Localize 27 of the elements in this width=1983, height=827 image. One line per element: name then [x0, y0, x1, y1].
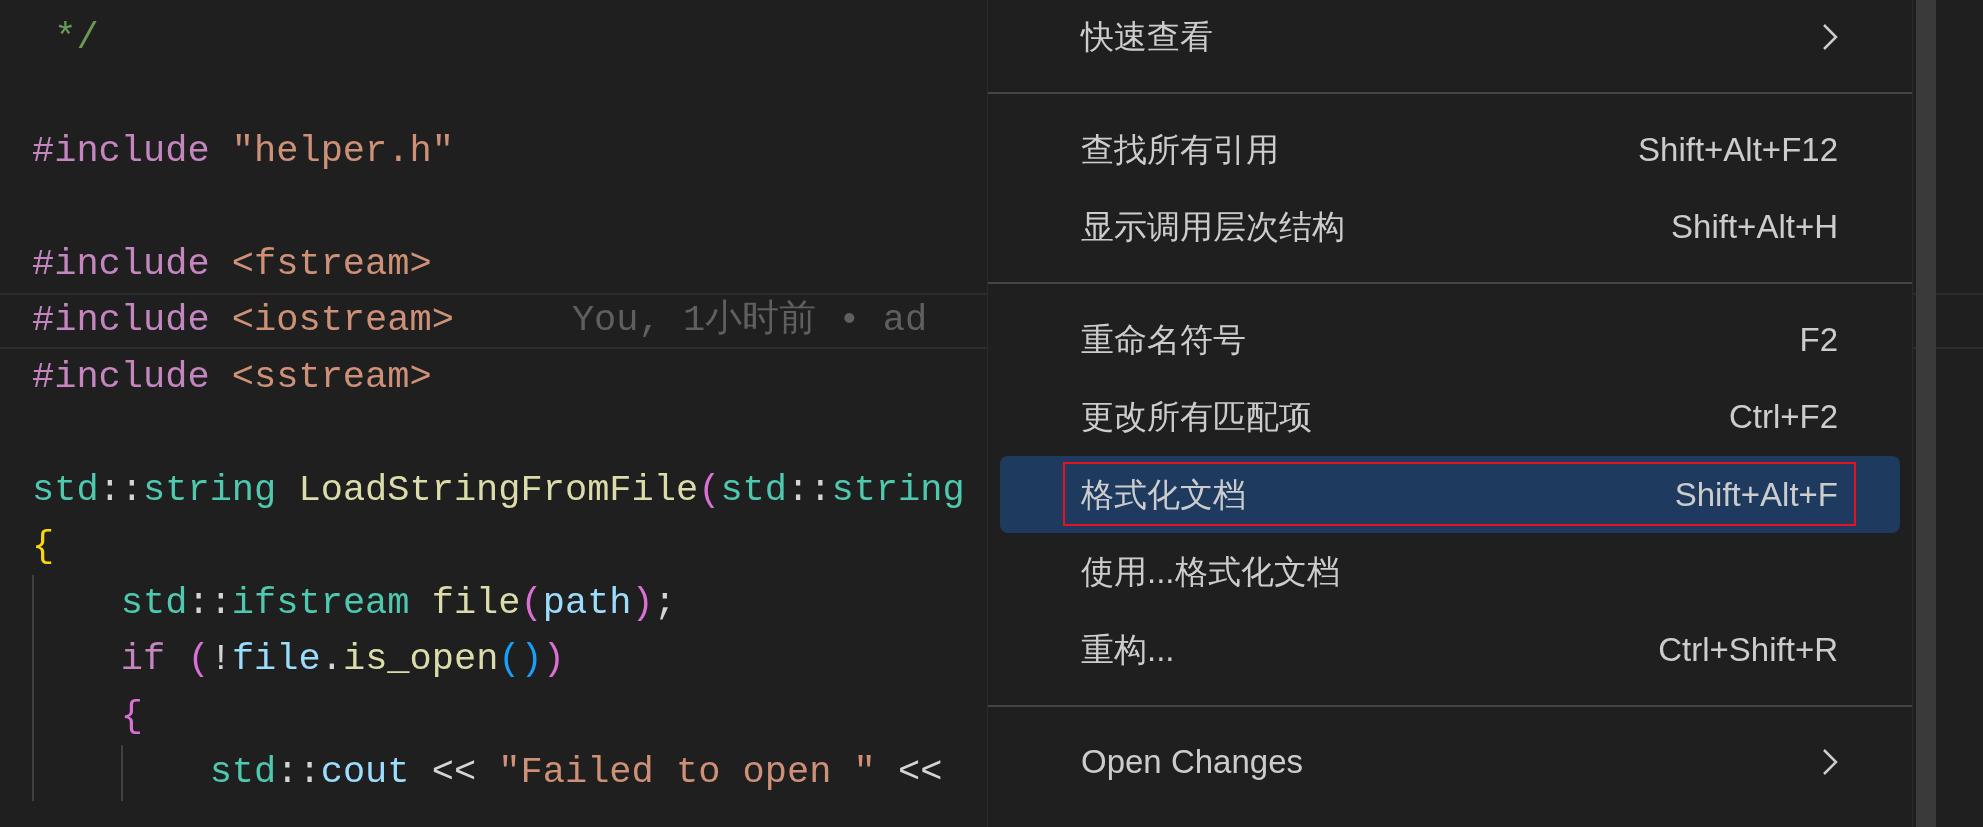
code-line: { — [119, 693, 144, 739]
shortcut-label: Shift+Alt+H — [1671, 207, 1838, 247]
blame-annotation: You, 1小时前 • ad — [571, 298, 928, 343]
shortcut-label: Ctrl+F2 — [1728, 397, 1838, 437]
menu-item-label: 快速查看 — [1081, 17, 1213, 57]
code-line: if (!file.is_open()) — [119, 637, 565, 682]
code-line: #include <fstream> — [32, 241, 432, 287]
code-line: std::cout << "Failed to open " << — [208, 750, 943, 795]
menu-item-label: 查找所有引用 — [1081, 129, 1279, 170]
menu-item-label: 格式化文档 — [1081, 474, 1246, 515]
shortcut-label: Shift+Alt+F12 — [1638, 129, 1838, 170]
code-line: std::string LoadStringFromFile(std::string — [32, 467, 965, 513]
code-line: #include "helper.h" — [32, 128, 454, 174]
shortcut-label: F2 — [1799, 319, 1838, 360]
shortcut-label: Ctrl+Shift+R — [1658, 629, 1838, 670]
menu-item-label: 使用...格式化文档 — [1081, 552, 1340, 592]
code-line: { — [32, 524, 55, 569]
code-line: std::ifstream file(path); — [119, 580, 676, 626]
menu-item-label: 更改所有匹配项 — [1081, 397, 1312, 437]
menu-item-label: Open Changes — [1081, 742, 1303, 782]
code-line: #include <sstream> — [32, 354, 432, 400]
menu-item-label: 重构... — [1081, 629, 1175, 670]
menu-item-label: 重命名符号 — [1081, 319, 1246, 360]
menu-item-label: 显示调用层次结构 — [1081, 207, 1345, 247]
shortcut-label: Shift+Alt+F — [1674, 474, 1838, 515]
code-line: #include <iostream> — [32, 298, 454, 343]
code-line: */ — [53, 15, 99, 61]
